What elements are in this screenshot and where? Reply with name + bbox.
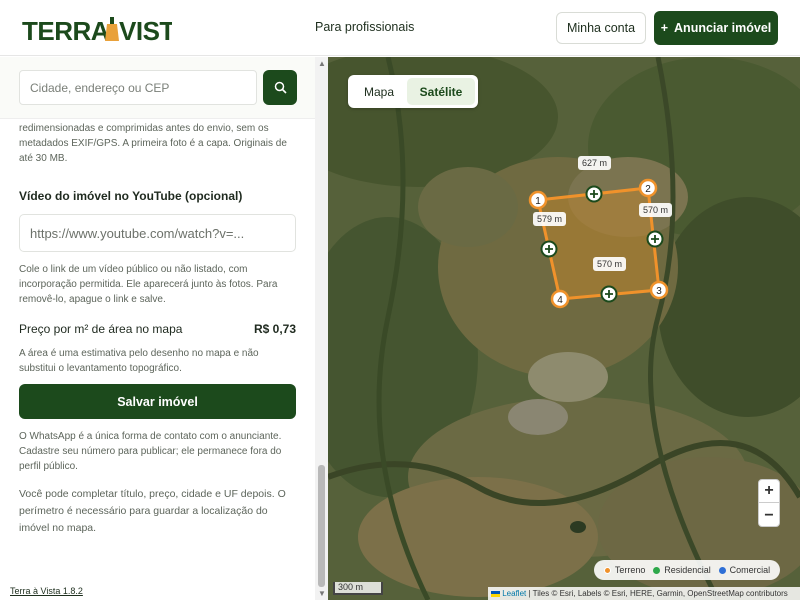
midpoint-add-icon[interactable] — [600, 285, 618, 303]
search-button[interactable] — [263, 70, 297, 105]
scroll-thumb[interactable] — [318, 465, 325, 587]
tab-satellite[interactable]: Satélite — [407, 78, 475, 105]
midpoint-add-icon[interactable] — [540, 240, 558, 258]
edge-length-label: 570 m — [593, 257, 627, 271]
svg-text:4: 4 — [557, 295, 563, 306]
photos-note: redimensionadas e comprimidas antes do e… — [19, 123, 287, 164]
save-property-button[interactable]: Salvar imóvel — [19, 384, 296, 419]
satellite-imagery: 1 2 3 4 — [328, 57, 800, 600]
announce-property-button[interactable]: + Anunciar imóvel — [654, 11, 778, 45]
map-attribution: Leaflet | Tiles © Esri, Labels © Esri, H… — [488, 587, 800, 600]
map-legend: Terreno Residencial Comercial — [594, 560, 780, 580]
scroll-up-arrow-icon[interactable]: ▲ — [318, 59, 326, 68]
area-note: A área é uma estimativa pelo desenho no … — [19, 348, 259, 374]
legend-item-terreno: Terreno — [603, 565, 645, 575]
sidebar-scrollbar[interactable]: ▲ ▼ — [315, 57, 328, 600]
vertex-4[interactable]: 4 — [550, 289, 570, 309]
youtube-url-input[interactable]: https://www.youtube.com/watch?v=... — [19, 214, 296, 252]
price-label: Preço por m² de área no mapa — [19, 322, 183, 336]
version-link[interactable]: Terra à Vista 1.8.2 — [10, 586, 83, 596]
terra-vista-logo[interactable]: TERRA VISTA! — [22, 13, 172, 45]
zoom-out-button[interactable]: − — [759, 504, 779, 527]
search-bar: Cidade, endereço ou CEP — [0, 57, 315, 119]
legend-item-comercial: Comercial — [718, 565, 770, 575]
edge-length-label: 570 m — [639, 203, 673, 217]
video-label: Vídeo do imóvel no YouTube (opcional) — [19, 189, 243, 203]
svg-text:2: 2 — [645, 184, 651, 195]
map-scale: 300 m — [333, 582, 383, 595]
svg-text:TERRA: TERRA — [22, 16, 110, 45]
svg-text:3: 3 — [656, 286, 662, 297]
tab-map[interactable]: Mapa — [351, 78, 407, 105]
scroll-down-arrow-icon[interactable]: ▼ — [318, 589, 326, 598]
legend-item-residencial: Residencial — [653, 565, 711, 575]
midpoint-add-icon[interactable] — [585, 185, 603, 203]
blue-dot-icon — [718, 566, 726, 574]
sidebar-form: Cidade, endereço ou CEP redimensionadas … — [0, 57, 328, 600]
attribution-text: | Tiles © Esri, Labels © Esri, HERE, Gar… — [528, 589, 788, 598]
satellite-map[interactable]: 1 2 3 4 627 m 579 m 570 m 570 m Mapa Sat… — [328, 57, 800, 600]
nav-professionals-link[interactable]: Para profissionais — [315, 20, 414, 34]
map-type-tabs: Mapa Satélite — [348, 75, 478, 108]
svg-text:VISTA!: VISTA! — [119, 16, 172, 45]
search-icon — [274, 81, 287, 94]
edge-length-label: 579 m — [533, 212, 567, 226]
plus-icon: + — [660, 21, 669, 35]
svg-text:1: 1 — [535, 196, 541, 207]
edge-length-label: 627 m — [578, 156, 612, 170]
green-dot-icon — [653, 566, 661, 574]
complete-later-note: Você pode completar título, preço, cidad… — [19, 488, 286, 534]
flag-icon — [491, 590, 500, 597]
whatsapp-note: O WhatsApp é a única forma de contato co… — [19, 431, 282, 472]
top-header: TERRA VISTA! Para profissionais Minha co… — [0, 0, 800, 56]
video-note: Cole o link de um vídeo público ou não l… — [19, 264, 278, 305]
leaflet-link[interactable]: Leaflet — [502, 589, 526, 598]
price-value: R$ 0,73 — [253, 322, 296, 336]
my-account-button[interactable]: Minha conta — [556, 12, 646, 44]
announce-label: Anunciar imóvel — [674, 21, 772, 35]
orange-dot-icon — [603, 566, 611, 574]
vertex-2[interactable]: 2 — [638, 178, 658, 198]
search-input[interactable]: Cidade, endereço ou CEP — [19, 70, 257, 105]
zoom-in-button[interactable]: + — [759, 480, 779, 503]
vertex-1[interactable]: 1 — [528, 190, 548, 210]
zoom-control: + − — [758, 479, 780, 527]
vertex-3[interactable]: 3 — [649, 280, 669, 300]
price-per-area-row: Preço por m² de área no mapa R$ 0,73 — [19, 322, 296, 340]
midpoint-add-icon[interactable] — [646, 230, 664, 248]
